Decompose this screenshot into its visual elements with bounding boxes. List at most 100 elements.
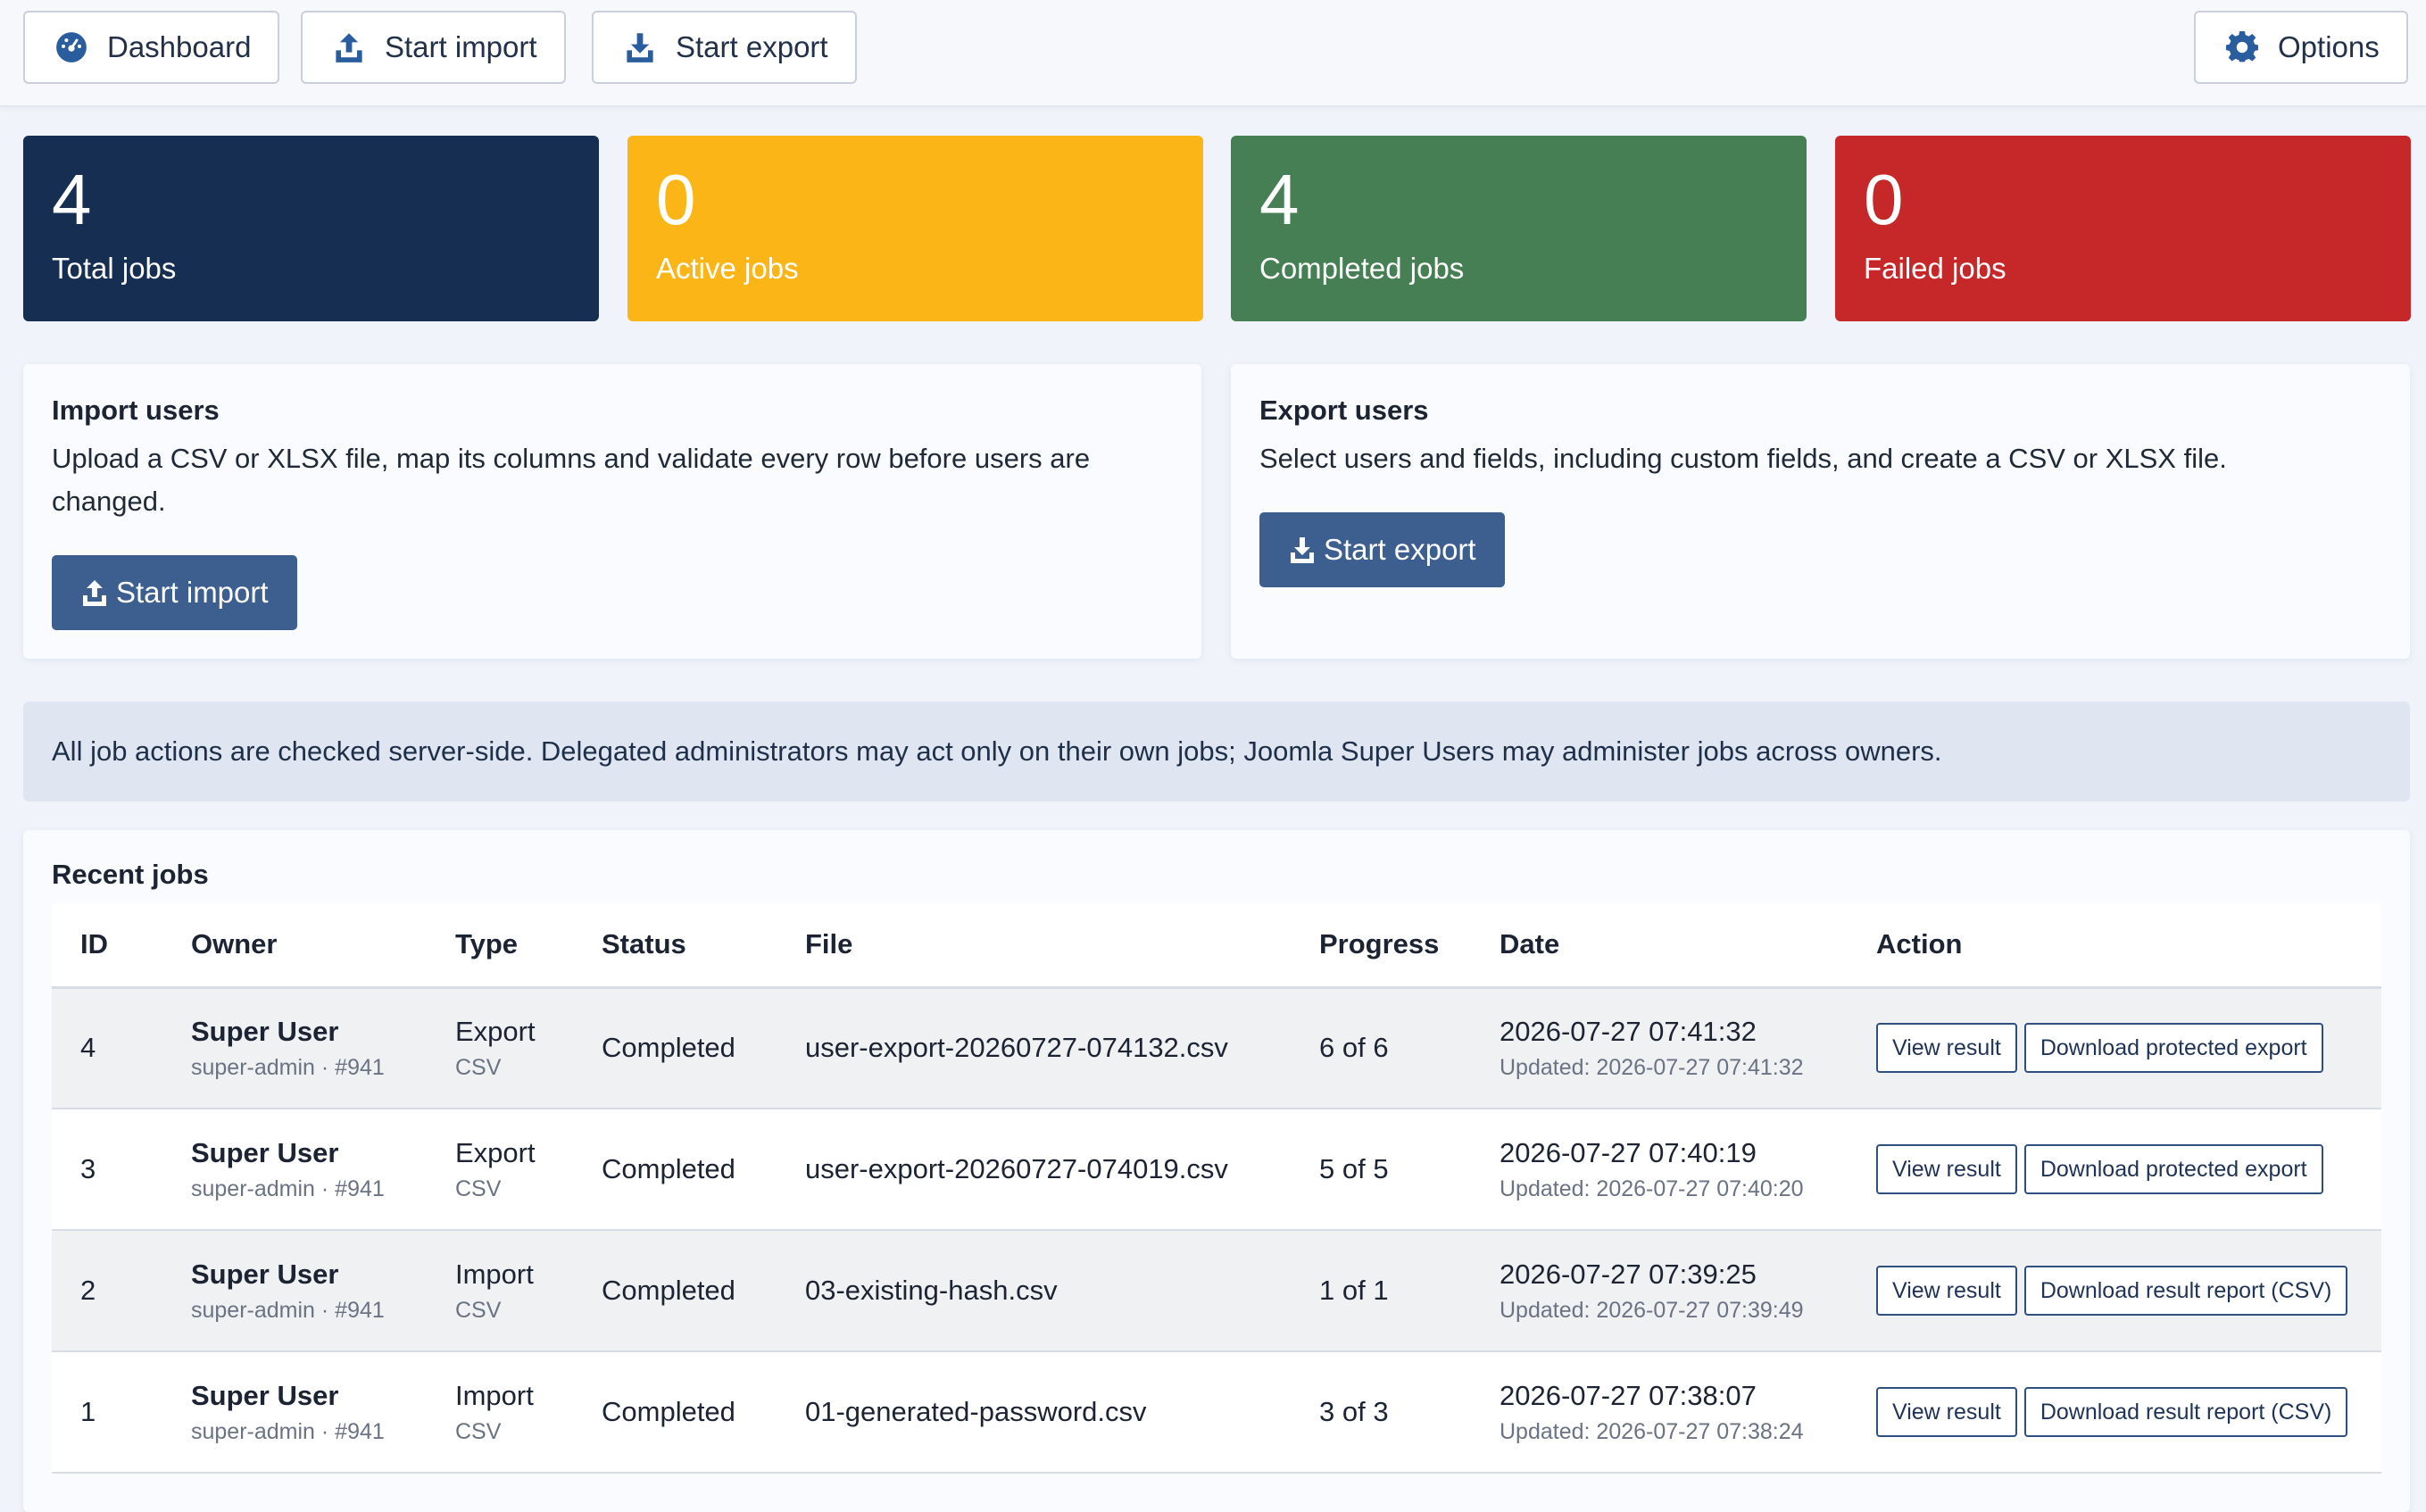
- download-button[interactable]: Download result report (CSV): [2023, 1266, 2348, 1316]
- job-progress: 3 of 3: [1291, 1351, 1471, 1474]
- job-owner: Super User super-admin · #941: [162, 1109, 427, 1231]
- stat-card-active-jobs: 0 Active jobs: [627, 136, 1203, 321]
- column-header-type: Type: [427, 903, 573, 989]
- job-progress: 6 of 6: [1291, 987, 1471, 1109]
- job-file: 03-existing-hash.csv: [777, 1230, 1291, 1352]
- stat-value: 4: [52, 160, 92, 239]
- owner-name: Super User: [191, 1379, 339, 1411]
- column-header-date: Date: [1471, 903, 1848, 989]
- table-row: 4 Super User super-admin · #941 Export CSV…: [52, 987, 2381, 1109]
- job-file: user-export-20260727-074132.csv: [777, 987, 1291, 1109]
- dashboard-button-label: Dashboard: [107, 30, 252, 63]
- download-icon: [1291, 537, 1314, 563]
- download-button[interactable]: Download protected export: [2023, 1144, 2323, 1194]
- stat-label: Active jobs: [656, 252, 799, 285]
- permissions-notice: All job actions are checked server-side.…: [23, 702, 2410, 802]
- options-button-label: Options: [2278, 30, 2380, 63]
- export-users-description: Select users and fields, including custo…: [1259, 443, 2227, 474]
- view-result-button[interactable]: View result: [1876, 1144, 2017, 1194]
- toolbar-start-import-label: Start import: [385, 30, 537, 63]
- job-actions: View result Download protected export: [1848, 987, 2381, 1109]
- job-type-label: Export: [455, 1136, 536, 1168]
- job-type: Import CSV: [427, 1230, 573, 1352]
- job-status: Completed: [573, 1351, 777, 1474]
- view-result-button[interactable]: View result: [1876, 1387, 2017, 1437]
- export-users-title: Export users: [1259, 395, 1429, 426]
- job-date: 2026-07-27 07:39:25 Updated: 2026-07-27 0…: [1471, 1230, 1848, 1352]
- column-header-progress: Progress: [1291, 903, 1471, 989]
- job-actions: View result Download result report (CSV): [1848, 1351, 2381, 1474]
- import-users-description: Upload a CSV or XLSX file, map its colum…: [52, 443, 1091, 517]
- download-button[interactable]: Download result report (CSV): [2023, 1387, 2348, 1437]
- upload-icon: [83, 580, 106, 606]
- job-status: Completed: [573, 987, 777, 1109]
- job-format: CSV: [455, 1297, 502, 1323]
- stat-value: 4: [1259, 160, 1300, 239]
- job-file: 01-generated-password.csv: [777, 1351, 1291, 1474]
- options-button[interactable]: Options: [2194, 11, 2408, 84]
- recent-jobs-panel: Recent jobs ID Owner Type Status File Pr…: [23, 830, 2410, 1512]
- import-users-title: Import users: [52, 395, 220, 426]
- table-row: 3 Super User super-admin · #941 Export CSV…: [52, 1109, 2381, 1231]
- stat-label: Completed jobs: [1259, 252, 1465, 285]
- owner-username: super-admin · #941: [191, 1297, 385, 1323]
- job-owner: Super User super-admin · #941: [162, 1351, 427, 1474]
- view-result-button[interactable]: View result: [1876, 1266, 2017, 1316]
- job-owner: Super User super-admin · #941: [162, 1230, 427, 1352]
- job-type: Export CSV: [427, 987, 573, 1109]
- start-export-button[interactable]: Start export: [1259, 512, 1505, 587]
- stat-label: Total jobs: [52, 252, 177, 285]
- job-id: 1: [52, 1351, 162, 1474]
- job-progress: 5 of 5: [1291, 1109, 1471, 1231]
- job-file: user-export-20260727-074019.csv: [777, 1109, 1291, 1231]
- job-date: 2026-07-27 07:38:07 Updated: 2026-07-27 0…: [1471, 1351, 1848, 1474]
- dashboard-button[interactable]: Dashboard: [23, 11, 280, 84]
- job-type-label: Import: [455, 1379, 534, 1411]
- job-id: 3: [52, 1109, 162, 1231]
- job-type-label: Import: [455, 1258, 534, 1290]
- owner-name: Super User: [191, 1015, 339, 1047]
- start-import-button[interactable]: Start import: [52, 555, 297, 630]
- job-created: 2026-07-27 07:39:25: [1500, 1258, 1757, 1290]
- jobs-table: ID Owner Type Status File Progress Date …: [52, 903, 2381, 1474]
- download-icon: [627, 33, 653, 62]
- job-id: 4: [52, 987, 162, 1109]
- job-created: 2026-07-27 07:41:32: [1500, 1015, 1757, 1047]
- job-status: Completed: [573, 1230, 777, 1352]
- job-updated: Updated: 2026-07-27 07:39:49: [1500, 1297, 1804, 1323]
- job-actions: View result Download protected export: [1848, 1109, 2381, 1231]
- column-header-status: Status: [573, 903, 777, 989]
- job-actions: View result Download result report (CSV): [1848, 1230, 2381, 1352]
- toolbar-start-export-button[interactable]: Start export: [592, 11, 857, 84]
- column-header-owner: Owner: [162, 903, 427, 989]
- stat-value: 0: [1864, 160, 1904, 239]
- recent-jobs-title: Recent jobs: [52, 859, 209, 890]
- job-updated: Updated: 2026-07-27 07:41:32: [1500, 1054, 1804, 1080]
- column-header-id: ID: [52, 903, 162, 989]
- job-format: CSV: [455, 1418, 502, 1444]
- view-result-button[interactable]: View result: [1876, 1023, 2017, 1074]
- job-format: CSV: [455, 1176, 502, 1201]
- job-owner: Super User super-admin · #941: [162, 987, 427, 1109]
- table-row: 1 Super User super-admin · #941 Import CSV…: [52, 1351, 2381, 1474]
- stat-label: Failed jobs: [1864, 252, 2006, 285]
- import-users-panel: Import users Upload a CSV or XLSX file, …: [23, 364, 1201, 659]
- download-button[interactable]: Download protected export: [2023, 1023, 2323, 1074]
- stat-value: 0: [656, 160, 696, 239]
- export-users-panel: Export users Select users and fields, in…: [1231, 364, 2410, 659]
- toolbar-start-import-button[interactable]: Start import: [301, 11, 566, 84]
- stat-card-completed-jobs: 4 Completed jobs: [1231, 136, 1807, 321]
- dashboard-gauge-icon: [56, 32, 87, 62]
- owner-name: Super User: [191, 1258, 339, 1290]
- job-created: 2026-07-27 07:40:19: [1500, 1136, 1757, 1168]
- owner-username: super-admin · #941: [191, 1054, 385, 1080]
- job-status: Completed: [573, 1109, 777, 1231]
- start-import-label: Start import: [116, 576, 269, 609]
- job-type: Export CSV: [427, 1109, 573, 1231]
- job-type: Import CSV: [427, 1351, 573, 1474]
- table-row: 2 Super User super-admin · #941 Import CSV…: [52, 1230, 2381, 1352]
- job-updated: Updated: 2026-07-27 07:38:24: [1500, 1418, 1804, 1444]
- owner-name: Super User: [191, 1136, 339, 1168]
- stat-card-total-jobs: 4 Total jobs: [23, 136, 599, 321]
- job-type-label: Export: [455, 1015, 536, 1047]
